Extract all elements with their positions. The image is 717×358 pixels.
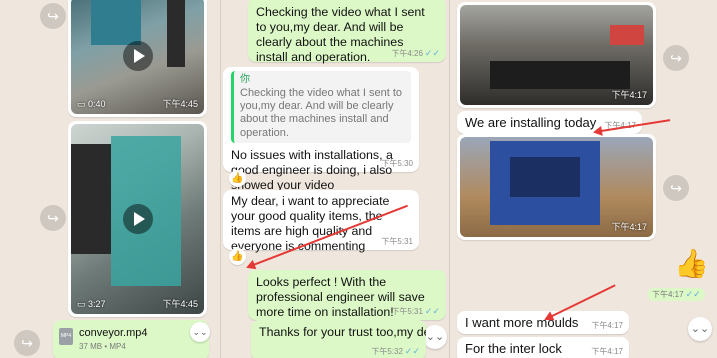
message-text: No issues with installations, a good eng… [231, 147, 393, 192]
message-time: 下午4:26 ✓✓ [391, 48, 440, 59]
chat-panel-left: ▭ 0:40 下午4:45 ▭ 3:27 下午4:45 MP4 conveyor… [0, 0, 220, 358]
forward-icon[interactable]: ↪ [40, 3, 66, 29]
chat-panel-right: 下午4:17 We are installing today 下午4:17 下午… [450, 0, 717, 358]
video-icon: ▭ [77, 299, 89, 309]
message-bubble[interactable]: We are installing today 下午4:17 [457, 111, 642, 134]
machine-shape [91, 0, 141, 45]
play-icon[interactable] [122, 204, 153, 234]
message-time: 下午5:30 [381, 159, 413, 169]
video-message-1[interactable]: ▭ 0:40 下午4:45 [68, 0, 207, 117]
message-time: 下午4:17 [611, 90, 647, 100]
video-icon: ▭ [77, 99, 89, 109]
message-time: 下午5:31 ✓✓ [391, 306, 440, 317]
video-duration: ▭ 0:40 [77, 99, 106, 109]
thumbs-up-message[interactable]: 👍 下午4:17 ✓✓ [646, 248, 709, 304]
play-icon[interactable] [122, 40, 153, 71]
message-time: 下午5:32 ✓✓ [371, 346, 420, 357]
chat-panel-middle: Checking the video what I sent to you,my… [221, 0, 449, 358]
thumbs-up-emoji: 👍 [674, 248, 709, 279]
file-icon: MP4 [59, 328, 73, 345]
machine-detail-shape [510, 157, 580, 197]
reaction-icon[interactable]: 👍 [229, 170, 246, 187]
message-bubble[interactable]: My dear, i want to appreciate your good … [223, 190, 419, 253]
forward-icon[interactable]: ↪ [14, 330, 40, 356]
forward-icon[interactable]: ↪ [40, 205, 66, 231]
photo-thumbnail: 下午4:17 [460, 5, 653, 105]
quote-text: Checking the video what I sent to you,my… [240, 87, 403, 139]
message-time: 下午4:45 [162, 299, 198, 309]
forward-icon[interactable]: ↪ [663, 45, 689, 71]
message-bubble[interactable]: Checking the video what I sent to you,my… [248, 0, 446, 64]
message-text: We are installing today [465, 115, 597, 130]
scroll-down-button[interactable]: ⌄⌄ [423, 325, 447, 349]
message-bubble[interactable]: Thanks for your trust too,my dear 下午5:32… [251, 320, 426, 358]
video-thumbnail: ▭ 0:40 下午4:45 [71, 0, 204, 114]
toolbox-shape [610, 25, 644, 45]
photo-message-2[interactable]: 下午4:17 [457, 134, 656, 240]
reply-message-bubble[interactable]: 你 Checking the video what I sent to you,… [223, 67, 419, 192]
quote-author: 你 [240, 74, 250, 85]
message-text: I want more moulds [465, 315, 579, 330]
message-bubble[interactable]: For the inter lock 下午4:17 [457, 337, 629, 358]
message-time: 下午4:45 [162, 99, 198, 109]
message-bubble[interactable]: Looks perfect ! With the professional en… [248, 270, 446, 320]
forward-icon[interactable]: ↪ [663, 175, 689, 201]
file-info: 37 MB • MP4 [79, 342, 126, 351]
message-time: 下午4:17 [591, 321, 623, 331]
video-duration: ▭ 3:27 [77, 299, 106, 309]
read-check-icon: ✓✓ [685, 289, 701, 299]
photo-message-1[interactable]: 下午4:17 [457, 2, 656, 108]
read-check-icon: ✓✓ [424, 306, 440, 317]
photo-thumbnail: 下午4:17 [460, 137, 653, 237]
file-name: conveyor.mp4 [79, 327, 148, 339]
scroll-down-button[interactable]: ⌄⌄ [688, 317, 712, 341]
message-time: 下午4:17 ✓✓ [648, 288, 705, 301]
person-shape [167, 0, 185, 67]
read-check-icon: ✓✓ [404, 346, 420, 357]
person-shape [71, 144, 111, 254]
message-text: For the inter lock [465, 341, 562, 356]
read-check-icon: ✓✓ [424, 48, 440, 59]
message-time: 下午4:17 [611, 222, 647, 232]
message-time: 下午5:31 [381, 237, 413, 247]
video-thumbnail: ▭ 3:27 下午4:45 [71, 124, 204, 314]
message-text: Thanks for your trust too,my dear [259, 325, 426, 339]
quoted-message[interactable]: 你 Checking the video what I sent to you,… [231, 71, 411, 143]
conveyor-shape [490, 61, 630, 89]
file-message[interactable]: MP4 conveyor.mp4 37 MB • MP4 ⌄⌄ [53, 320, 210, 358]
scroll-down-button[interactable]: ⌄⌄ [190, 322, 210, 342]
video-message-2[interactable]: ▭ 3:27 下午4:45 [68, 121, 207, 317]
message-time: 下午4:17 [591, 347, 623, 357]
